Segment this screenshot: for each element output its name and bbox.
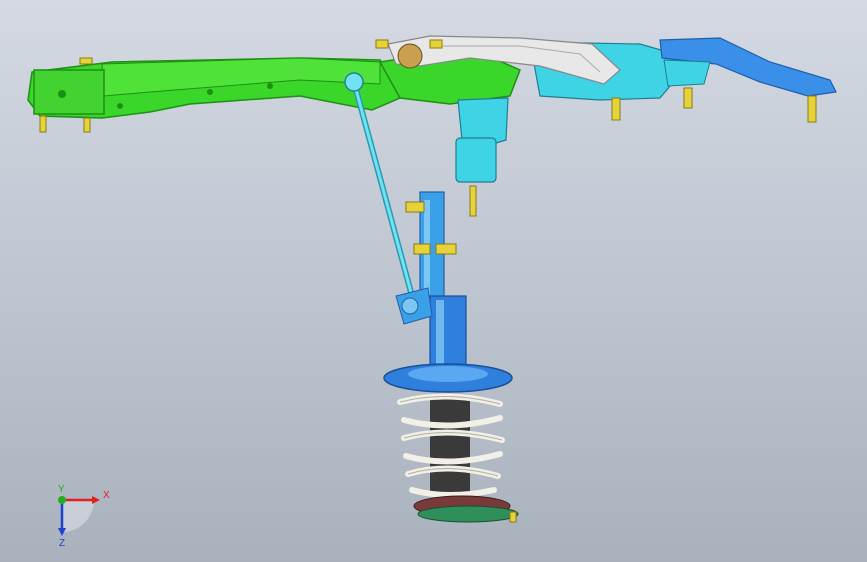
y-axis-label: Y [58, 484, 65, 495]
cad-3d-viewport[interactable]: X Y Z [0, 0, 867, 562]
suspension-assembly-model[interactable] [0, 0, 867, 562]
x-axis-label: X [103, 490, 110, 501]
z-axis-arrowhead [58, 528, 66, 536]
triad-quadrant-shading [62, 500, 94, 532]
z-axis-label: Z [59, 538, 65, 548]
coordinate-triad: X Y Z [58, 484, 110, 548]
y-axis-dot [58, 496, 66, 504]
strut-assembly[interactable] [383, 191, 513, 393]
x-axis-arrowhead [92, 496, 100, 504]
lower-spring-seat[interactable] [413, 495, 519, 523]
coil-spring[interactable] [397, 393, 505, 498]
